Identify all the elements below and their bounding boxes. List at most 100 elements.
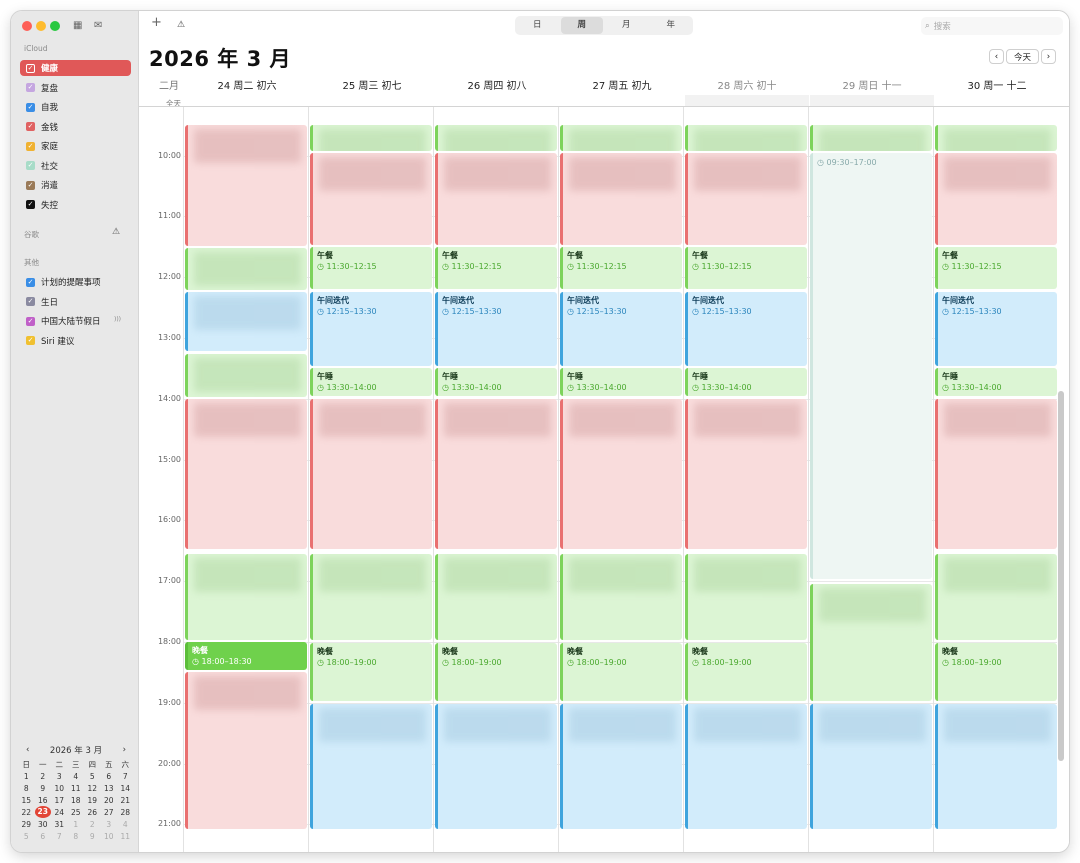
mini-day[interactable]: 3 <box>101 820 118 829</box>
calendar-checkbox[interactable]: ✓ <box>26 141 35 151</box>
day-header[interactable]: 29 周日 十一 <box>810 77 934 92</box>
vertical-scrollbar[interactable] <box>1058 391 1064 761</box>
calendar-event[interactable] <box>935 553 1057 641</box>
calendar-event[interactable] <box>310 152 432 245</box>
calendar-checkbox[interactable]: ✓ <box>26 63 35 73</box>
mini-day[interactable]: 11 <box>68 784 85 793</box>
mini-day[interactable]: 19 <box>84 796 101 805</box>
calendar-checkbox[interactable]: ✓ <box>26 336 35 345</box>
mini-day[interactable]: 1 <box>18 772 35 781</box>
all-day-cell[interactable] <box>810 95 934 106</box>
calendar-event[interactable] <box>435 125 557 151</box>
day-header[interactable]: 27 周五 初九 <box>560 77 684 92</box>
calendar-event[interactable] <box>185 553 307 641</box>
calendar-event[interactable] <box>310 125 432 151</box>
mini-day[interactable]: 2 <box>84 820 101 829</box>
mini-day[interactable]: 2 <box>35 772 52 781</box>
mini-day[interactable]: 21 <box>117 796 134 805</box>
mini-day[interactable]: 11 <box>117 832 134 841</box>
calendar-event[interactable]: 午间迭代 ◷ 12:15–13:30 <box>685 292 807 367</box>
calendar-event[interactable] <box>810 584 932 701</box>
view-tab[interactable]: 年 <box>650 17 693 34</box>
calendar-item[interactable]: ✓ 自我 <box>20 99 131 115</box>
calendar-item[interactable]: ✓ 社交 <box>20 158 131 174</box>
calendar-event[interactable] <box>185 248 307 291</box>
mini-day[interactable]: 9 <box>84 832 101 841</box>
calendar-event[interactable]: 午睡 ◷ 13:30–14:00 <box>685 368 807 396</box>
calendar-event[interactable] <box>560 152 682 245</box>
calendar-event[interactable]: 午睡 ◷ 13:30–14:00 <box>310 368 432 396</box>
mini-day[interactable]: 13 <box>101 784 118 793</box>
calendar-event[interactable] <box>685 125 807 151</box>
view-tab[interactable]: 月 <box>605 17 648 34</box>
calendar-checkbox[interactable]: ✓ <box>26 316 35 326</box>
all-day-cell[interactable] <box>685 95 809 106</box>
day-header[interactable]: 28 周六 初十 <box>685 77 809 92</box>
mini-day[interactable]: 4 <box>68 772 85 781</box>
minimize-window-button[interactable] <box>36 21 46 31</box>
day-header[interactable]: 30 周一 十二 <box>935 77 1059 92</box>
calendar-event[interactable] <box>685 553 807 641</box>
inbox-icon[interactable]: ✉ <box>94 20 102 32</box>
calendar-event[interactable]: ◷ 09:30–17:00 <box>810 152 932 580</box>
warning-icon[interactable]: ⚠ <box>177 19 185 31</box>
calendar-checkbox[interactable]: ✓ <box>26 161 35 170</box>
mini-day[interactable]: 3 <box>51 772 68 781</box>
day-header[interactable]: 24 周二 初六 <box>185 77 309 92</box>
calendar-event[interactable]: 午间迭代 ◷ 12:15–13:30 <box>435 292 557 367</box>
calendar-event[interactable] <box>935 152 1057 245</box>
calendar-event[interactable] <box>935 398 1057 549</box>
calendar-checkbox[interactable]: ✓ <box>26 277 35 287</box>
calendar-event[interactable]: 午间迭代 ◷ 12:15–13:30 <box>560 292 682 367</box>
mini-day[interactable]: 17 <box>51 796 68 805</box>
calendar-event[interactable] <box>935 704 1057 829</box>
calendar-event[interactable]: 晚餐 ◷ 18:00–19:00 <box>435 643 557 701</box>
calendar-event[interactable] <box>685 398 807 549</box>
calendar-item[interactable]: ✓ 消遣 <box>20 177 131 193</box>
calendar-event[interactable] <box>185 292 307 352</box>
calendar-event[interactable]: 晚餐 ◷ 18:00–19:00 <box>685 643 807 701</box>
calendar-event[interactable] <box>435 398 557 549</box>
calendar-event[interactable]: 午餐 ◷ 11:30–12:15 <box>310 246 432 289</box>
calendar-event[interactable]: 午间迭代 ◷ 12:15–13:30 <box>310 292 432 367</box>
mini-day[interactable]: 4 <box>117 820 134 829</box>
calendar-list-icon[interactable]: ▦ <box>73 20 82 32</box>
calendar-event[interactable] <box>935 125 1057 151</box>
mini-day[interactable]: 20 <box>101 796 118 805</box>
calendar-item[interactable]: ✓ 健康 <box>20 60 131 76</box>
calendar-event[interactable]: 午睡 ◷ 13:30–14:00 <box>560 368 682 396</box>
calendar-event[interactable] <box>435 553 557 641</box>
next-week-button[interactable]: › <box>1041 49 1056 64</box>
calendar-event[interactable]: 晚餐 ◷ 18:00–19:00 <box>560 643 682 701</box>
all-day-row[interactable] <box>185 95 1055 106</box>
calendar-checkbox[interactable]: ✓ <box>26 83 35 92</box>
calendar-event[interactable] <box>560 398 682 549</box>
calendar-checkbox[interactable]: ✓ <box>26 102 35 112</box>
calendar-event[interactable] <box>185 398 307 549</box>
calendar-item[interactable]: ✓ 生日 <box>20 294 131 310</box>
mini-day[interactable]: 10 <box>101 832 118 841</box>
calendar-event[interactable] <box>560 125 682 151</box>
warning-icon[interactable]: ⚠ <box>112 226 120 238</box>
mini-day[interactable]: 6 <box>35 832 52 841</box>
calendar-event[interactable]: 午间迭代 ◷ 12:15–13:30 <box>935 292 1057 367</box>
mini-day[interactable]: 14 <box>117 784 134 793</box>
mini-day[interactable]: 27 <box>101 808 118 817</box>
mini-next-month-icon[interactable]: › <box>123 745 126 755</box>
zoom-window-button[interactable] <box>50 21 60 31</box>
mini-day[interactable]: 28 <box>117 808 134 817</box>
calendar-event[interactable] <box>810 125 932 151</box>
calendar-event[interactable]: 晚餐 ◷ 18:00–18:30 <box>185 642 307 671</box>
mini-day[interactable]: 16 <box>35 796 52 805</box>
mini-day[interactable]: 25 <box>68 808 85 817</box>
calendar-event[interactable]: 午睡 ◷ 13:30–14:00 <box>435 368 557 396</box>
mini-day[interactable]: 8 <box>18 784 35 793</box>
calendar-event[interactable]: 午餐 ◷ 11:30–12:15 <box>935 246 1057 289</box>
calendar-item[interactable]: ✓ Siri 建议 <box>20 333 131 349</box>
mini-day[interactable]: 6 <box>101 772 118 781</box>
calendar-event[interactable] <box>685 704 807 829</box>
calendar-event[interactable] <box>560 704 682 829</box>
calendar-item[interactable]: ✓ 家庭 <box>20 138 131 154</box>
calendar-event[interactable] <box>810 704 932 829</box>
mini-day[interactable]: 1 <box>68 820 85 829</box>
